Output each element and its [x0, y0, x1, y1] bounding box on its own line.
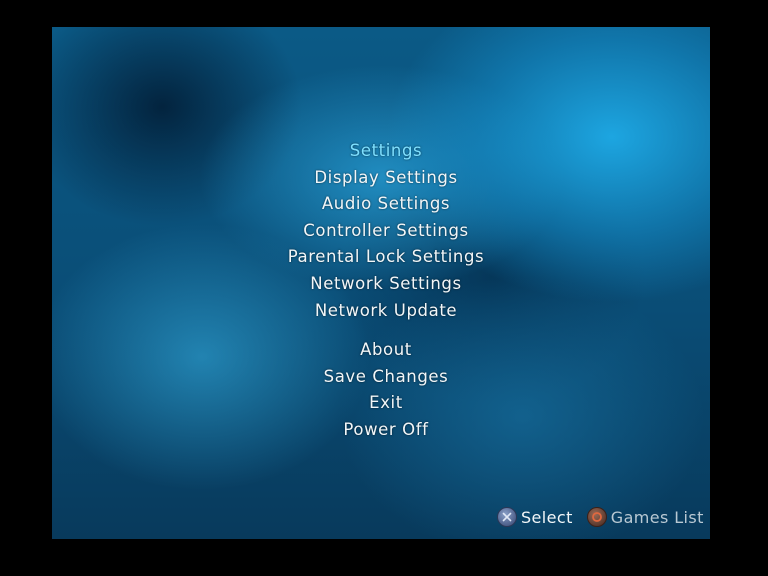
settings-menu: Settings Display Settings Audio Settings… [52, 138, 720, 444]
menu-title-settings[interactable]: Settings [52, 138, 720, 165]
menu-item-network-settings[interactable]: Network Settings [52, 271, 720, 298]
menu-item-parental-lock-settings[interactable]: Parental Lock Settings [52, 244, 720, 271]
menu-item-about[interactable]: About [52, 337, 720, 364]
menu-item-controller-settings[interactable]: Controller Settings [52, 218, 720, 245]
menu-gap [52, 324, 720, 337]
menu-item-power-off[interactable]: Power Off [52, 417, 720, 444]
games-list-hint-label: Games List [610, 507, 704, 527]
button-hint-bar: Select Games List [497, 505, 704, 529]
circle-button-icon [586, 507, 607, 527]
menu-item-exit[interactable]: Exit [52, 390, 720, 417]
menu-item-save-changes[interactable]: Save Changes [52, 364, 720, 391]
menu-item-network-update[interactable]: Network Update [52, 298, 720, 325]
menu-item-display-settings[interactable]: Display Settings [52, 165, 720, 192]
cross-button-icon [497, 507, 517, 527]
menu-item-audio-settings[interactable]: Audio Settings [52, 191, 720, 218]
select-hint-label: Select [521, 507, 573, 527]
